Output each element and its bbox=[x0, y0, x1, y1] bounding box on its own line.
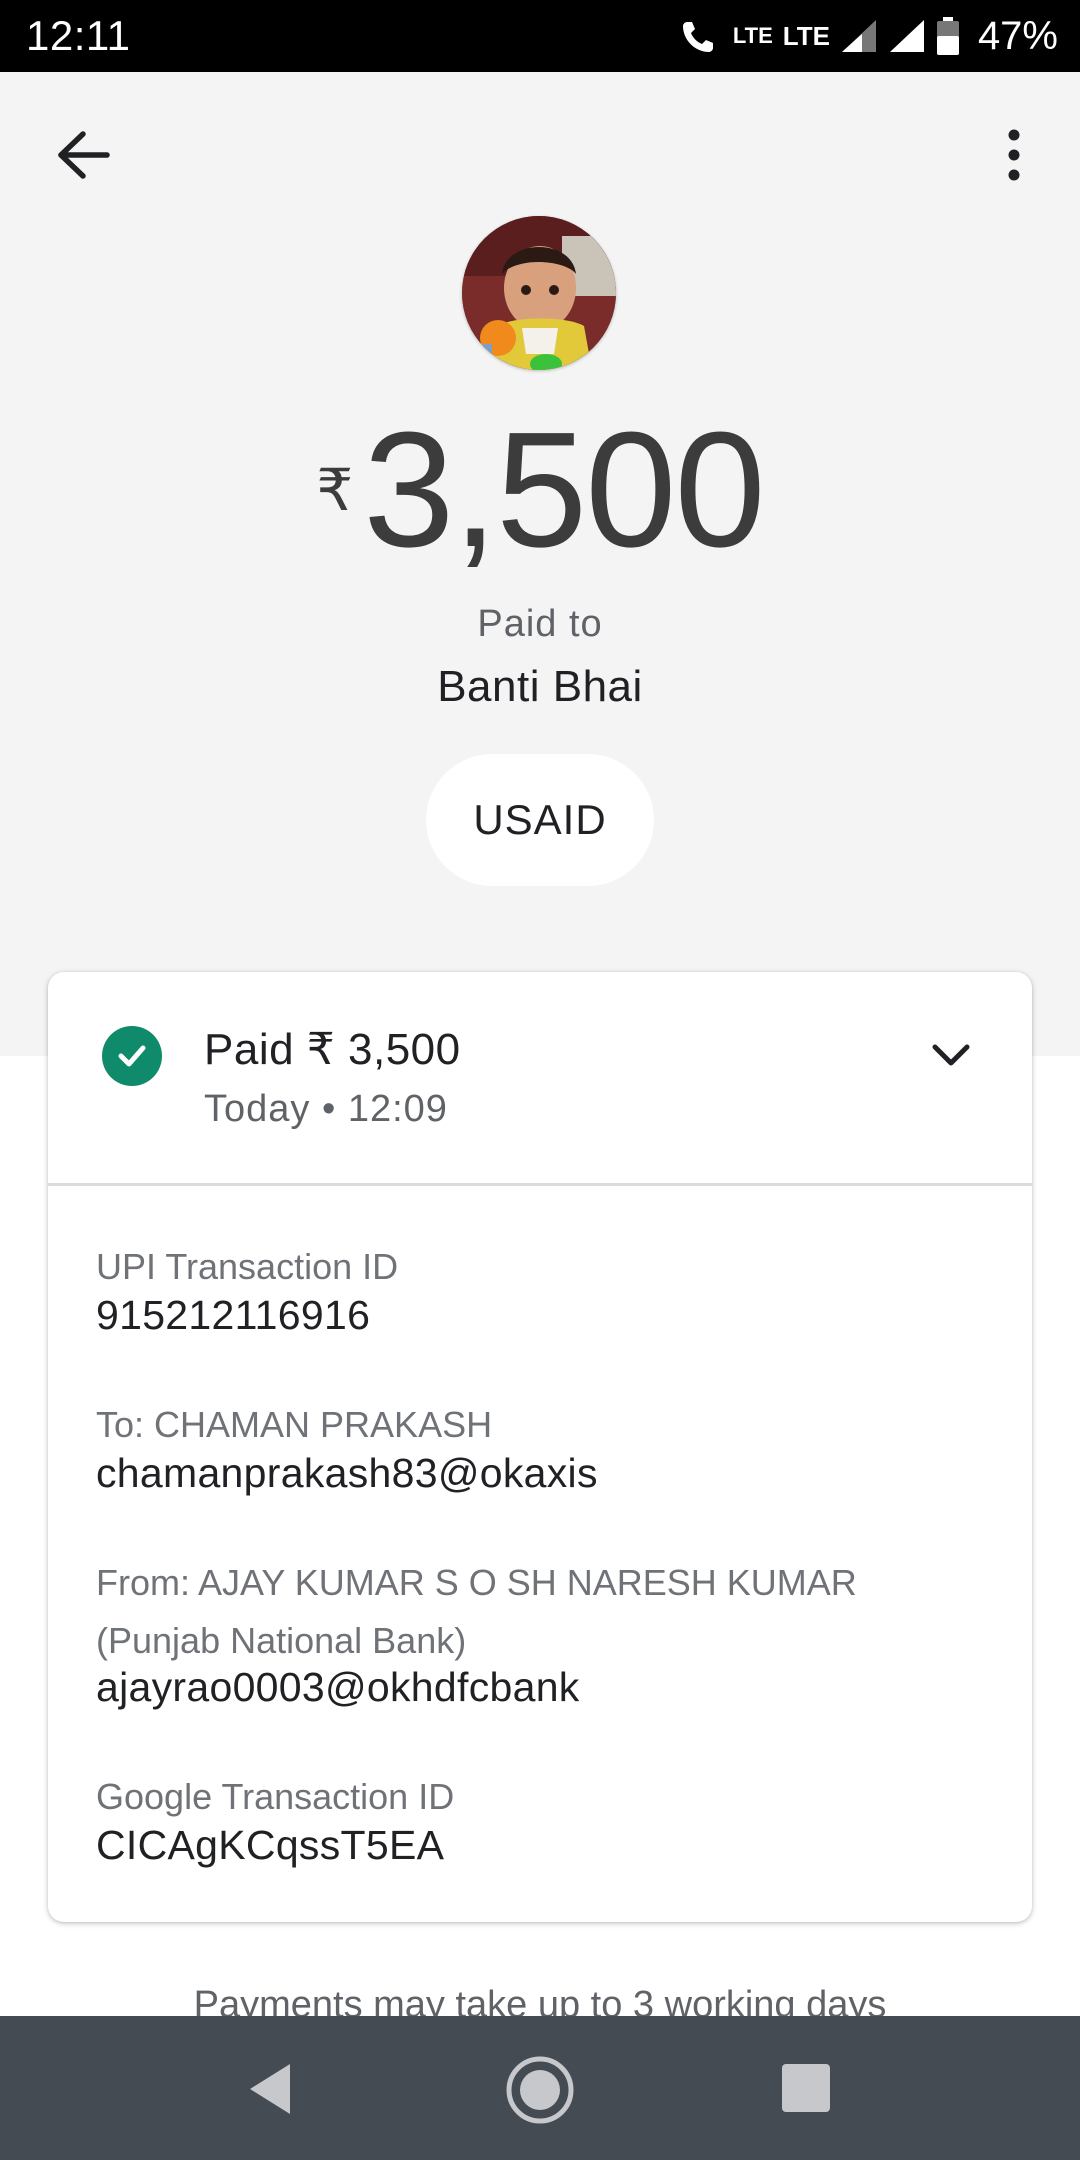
back-button[interactable] bbox=[50, 122, 116, 188]
paid-summary: Paid ₹ 3,500 bbox=[204, 1025, 461, 1074]
network-type-2: LTE bbox=[782, 21, 830, 51]
wifi-calling-icon bbox=[682, 22, 713, 52]
more-options-button[interactable] bbox=[992, 122, 1036, 188]
payment-note-chip: USAID bbox=[426, 754, 654, 886]
amount-display: ₹3,500 bbox=[0, 400, 1080, 580]
check-icon bbox=[118, 1045, 146, 1067]
from-bank-label: (Punjab National Bank) bbox=[96, 1620, 467, 1661]
amount-value: 3,500 bbox=[363, 398, 765, 581]
expand-details-button[interactable] bbox=[920, 1024, 982, 1086]
avatar-photo bbox=[462, 216, 616, 370]
transaction-card: Paid ₹ 3,500 Today • 12:09 UPI Transacti… bbox=[48, 972, 1032, 1922]
to-upi-id-value[interactable]: chamanprakash83@okaxis bbox=[96, 1450, 598, 1497]
nav-back-icon[interactable] bbox=[246, 2062, 294, 2116]
nav-recents-icon[interactable] bbox=[782, 2064, 830, 2112]
google-transaction-id-value[interactable]: CICAgKCqssT5EA bbox=[96, 1822, 444, 1869]
paid-timestamp: Today • 12:09 bbox=[204, 1088, 448, 1130]
from-upi-id-value[interactable]: ajayrao0003@okhdfcbank bbox=[96, 1664, 580, 1711]
avatar bbox=[462, 216, 616, 370]
payee-name: Banti Bhai bbox=[437, 662, 643, 711]
battery-icon bbox=[936, 17, 959, 55]
google-transaction-id-label: Google Transaction ID bbox=[96, 1776, 455, 1817]
arrow-left-icon bbox=[58, 131, 110, 179]
signal-icon bbox=[889, 20, 924, 52]
more-vertical-icon bbox=[1008, 129, 1020, 181]
status-time: 12:11 bbox=[26, 12, 131, 59]
from-sender-label: From: AJAY KUMAR S O SH NARESH KUMAR bbox=[96, 1562, 857, 1603]
chevron-down-icon bbox=[932, 1044, 970, 1066]
paid-to-label: Paid to bbox=[477, 603, 603, 645]
battery-percent: 47% bbox=[977, 13, 1058, 58]
upi-transaction-id-value[interactable]: 915212116916 bbox=[96, 1292, 370, 1339]
currency-symbol: ₹ bbox=[316, 458, 354, 523]
upi-transaction-id-label: UPI Transaction ID bbox=[96, 1246, 399, 1287]
network-type-1: LTE bbox=[732, 23, 773, 48]
signal-icon bbox=[841, 20, 876, 52]
check-circle-icon bbox=[102, 1026, 162, 1086]
divider bbox=[48, 1183, 1032, 1186]
to-recipient-label: To: CHAMAN PRAKASH bbox=[96, 1404, 493, 1445]
status-icons: LTE LTE 47% bbox=[669, 10, 1058, 62]
status-bar: 12:11 LTE LTE 47% bbox=[0, 0, 1080, 72]
navigation-bar bbox=[0, 2016, 1080, 2160]
nav-home-icon[interactable] bbox=[506, 2056, 574, 2124]
